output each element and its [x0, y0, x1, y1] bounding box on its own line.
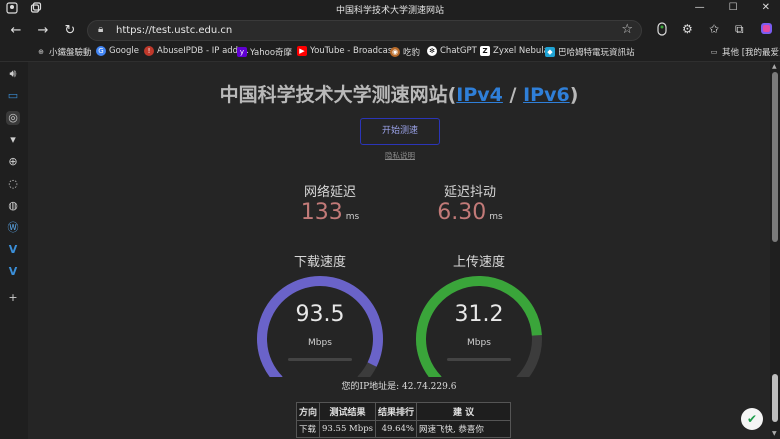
globe-tab-icon[interactable]: ⊕	[6, 155, 20, 169]
zyxel-icon: Z	[480, 46, 490, 56]
jitter-value: 6.30 ms	[437, 200, 503, 225]
maximize-button[interactable]: ☐	[729, 2, 738, 13]
table-row: 下载 93.55 Mbps 49.64% 网速飞快, 恭喜你	[295, 420, 512, 438]
shield-tab-icon[interactable]: ▾	[6, 133, 20, 147]
back-icon[interactable]: ←	[7, 22, 25, 40]
close-button[interactable]: ✕	[762, 2, 770, 13]
table-cell: 93.55 Mbps	[319, 420, 376, 438]
upload-progress-track	[447, 358, 511, 361]
bahamut-icon: ◆	[545, 47, 555, 57]
tab-icon[interactable]: ▭	[6, 89, 20, 103]
page-title: 中国科学技术大学测速网站(IPv4 / IPv6)	[219, 84, 579, 106]
page-content: 中国科学技术大学测速网站(IPv4 / IPv6) 开始测速 隐私说明 网络延迟…	[28, 62, 770, 439]
extensions-puzzle-icon[interactable]: ⚙	[682, 22, 693, 36]
title-bar: 中国科学技术大学测速网站 — ☐ ✕	[0, 0, 780, 17]
scroll-down-icon[interactable]: ▼	[772, 430, 777, 437]
ip-address-text: 您的IP地址是: 42.74.229.6	[341, 382, 457, 392]
bookmark-item[interactable]: ⊕ 小鐵盤驗動	[36, 46, 91, 58]
favorite-star-icon[interactable]: ☆	[621, 22, 633, 37]
ipv6-link[interactable]: IPv6	[523, 84, 570, 106]
result-table: 方向 测试结果 结果排行 建 议 下载 93.55 Mbps 49.64% 网速…	[295, 402, 512, 438]
copilot-icon[interactable]	[760, 22, 773, 35]
refresh-icon[interactable]: ↻	[61, 22, 79, 40]
collections-icon[interactable]: ⧉	[735, 22, 744, 37]
column-header: 建 议	[416, 402, 512, 421]
favorites-icon[interactable]: ✩	[709, 22, 719, 36]
scrollbar[interactable]: ▲ ▼	[770, 62, 780, 439]
column-header: 结果排行	[374, 402, 418, 421]
v-tab-icon[interactable]: V	[6, 243, 20, 257]
privacy-link[interactable]: 隐私说明	[28, 150, 770, 161]
youtube-icon: ▶	[297, 46, 307, 56]
latency-label: 网络延迟	[303, 185, 356, 200]
scroll-up-icon[interactable]: ▲	[772, 63, 777, 70]
add-tab-icon[interactable]: +	[6, 291, 20, 305]
scroll-thumb-secondary[interactable]	[772, 374, 778, 422]
download-progress-track	[288, 358, 352, 361]
bookmark-item[interactable]: ◆ 巴哈姆特電玩資訊站	[545, 46, 635, 58]
circle-tab-icon[interactable]: ◌	[6, 177, 20, 191]
ipv4-link[interactable]: IPv4	[456, 84, 503, 106]
speaker-icon[interactable]: 🔊︎	[6, 67, 20, 81]
bookmark-item[interactable]: G Google	[96, 46, 139, 56]
latency-value: 133 ms	[300, 200, 360, 225]
ustc-tab-icon[interactable]: ◎	[6, 111, 20, 125]
v-tab-icon[interactable]: V	[6, 265, 20, 279]
column-header: 测试结果	[319, 402, 376, 421]
address-bar[interactable]: 🔒︎ https://test.ustc.edu.cn ☆	[87, 20, 642, 41]
bookmark-item[interactable]: y Yahoo奇摩	[237, 46, 292, 58]
start-test-button[interactable]: 开始测速	[360, 118, 440, 145]
bookmark-item[interactable]: ! AbuseIPDB - IP addr...	[144, 46, 249, 56]
scroll-thumb[interactable]	[772, 72, 778, 242]
table-header-row: 方向 测试结果 结果排行 建 议	[295, 402, 512, 421]
yahoo-icon: y	[237, 47, 247, 57]
jitter-label: 延迟抖动	[443, 185, 496, 200]
folder-icon: ▭	[710, 48, 718, 56]
chatgpt-icon: ✻	[427, 46, 437, 56]
bookmark-item[interactable]: ◉ 吃豹	[390, 46, 420, 58]
sidebar: 🔊︎ ▭ ◎ ▾ ⊕ ◌ ◍ Ⓦ V V +	[0, 62, 28, 439]
table-cell: 下载	[295, 420, 321, 438]
upload-value: 31.2	[454, 302, 504, 327]
bookmarks-bar: ⊕ 小鐵盤驗動 G Google ! AbuseIPDB - IP addr... y…	[0, 44, 780, 62]
minimize-button[interactable]: —	[695, 2, 705, 13]
google-icon: G	[96, 46, 106, 56]
bookmark-folder-other[interactable]: ▭ 其他 [我的最爱]	[709, 46, 780, 58]
download-value: 93.5	[295, 302, 345, 327]
abuseipdb-icon: !	[144, 46, 154, 56]
leopard-icon: ◉	[390, 47, 400, 57]
upload-unit: Mbps	[467, 338, 491, 348]
settings-tab-icon[interactable]: ◍	[6, 199, 20, 213]
navigation-bar: ← → ↻ 🔒︎ https://test.ustc.edu.cn ☆ ⚙ ✩ …	[0, 17, 780, 44]
url-text[interactable]: https://test.ustc.edu.cn	[116, 25, 232, 36]
bookmark-item[interactable]: Z Zyxel Nebula	[480, 46, 549, 56]
table-cell: 网速飞快, 恭喜你	[416, 420, 512, 438]
forward-icon[interactable]: →	[34, 22, 52, 40]
bookmark-item[interactable]: ✻ ChatGPT	[427, 46, 477, 56]
table-cell: 49.64%	[374, 420, 418, 438]
bookmark-item[interactable]: ▶ YouTube - Broadcas...	[297, 46, 400, 56]
column-header: 方向	[295, 402, 321, 421]
extension-icon[interactable]	[656, 22, 668, 36]
wordpress-tab-icon[interactable]: Ⓦ	[6, 221, 20, 235]
lock-icon[interactable]: 🔒︎	[98, 24, 103, 35]
download-unit: Mbps	[308, 338, 332, 348]
globe-icon: ⊕	[38, 48, 44, 56]
security-shield-icon[interactable]: ✔	[741, 408, 763, 430]
window-title: 中国科学技术大学测速网站	[335, 6, 444, 16]
